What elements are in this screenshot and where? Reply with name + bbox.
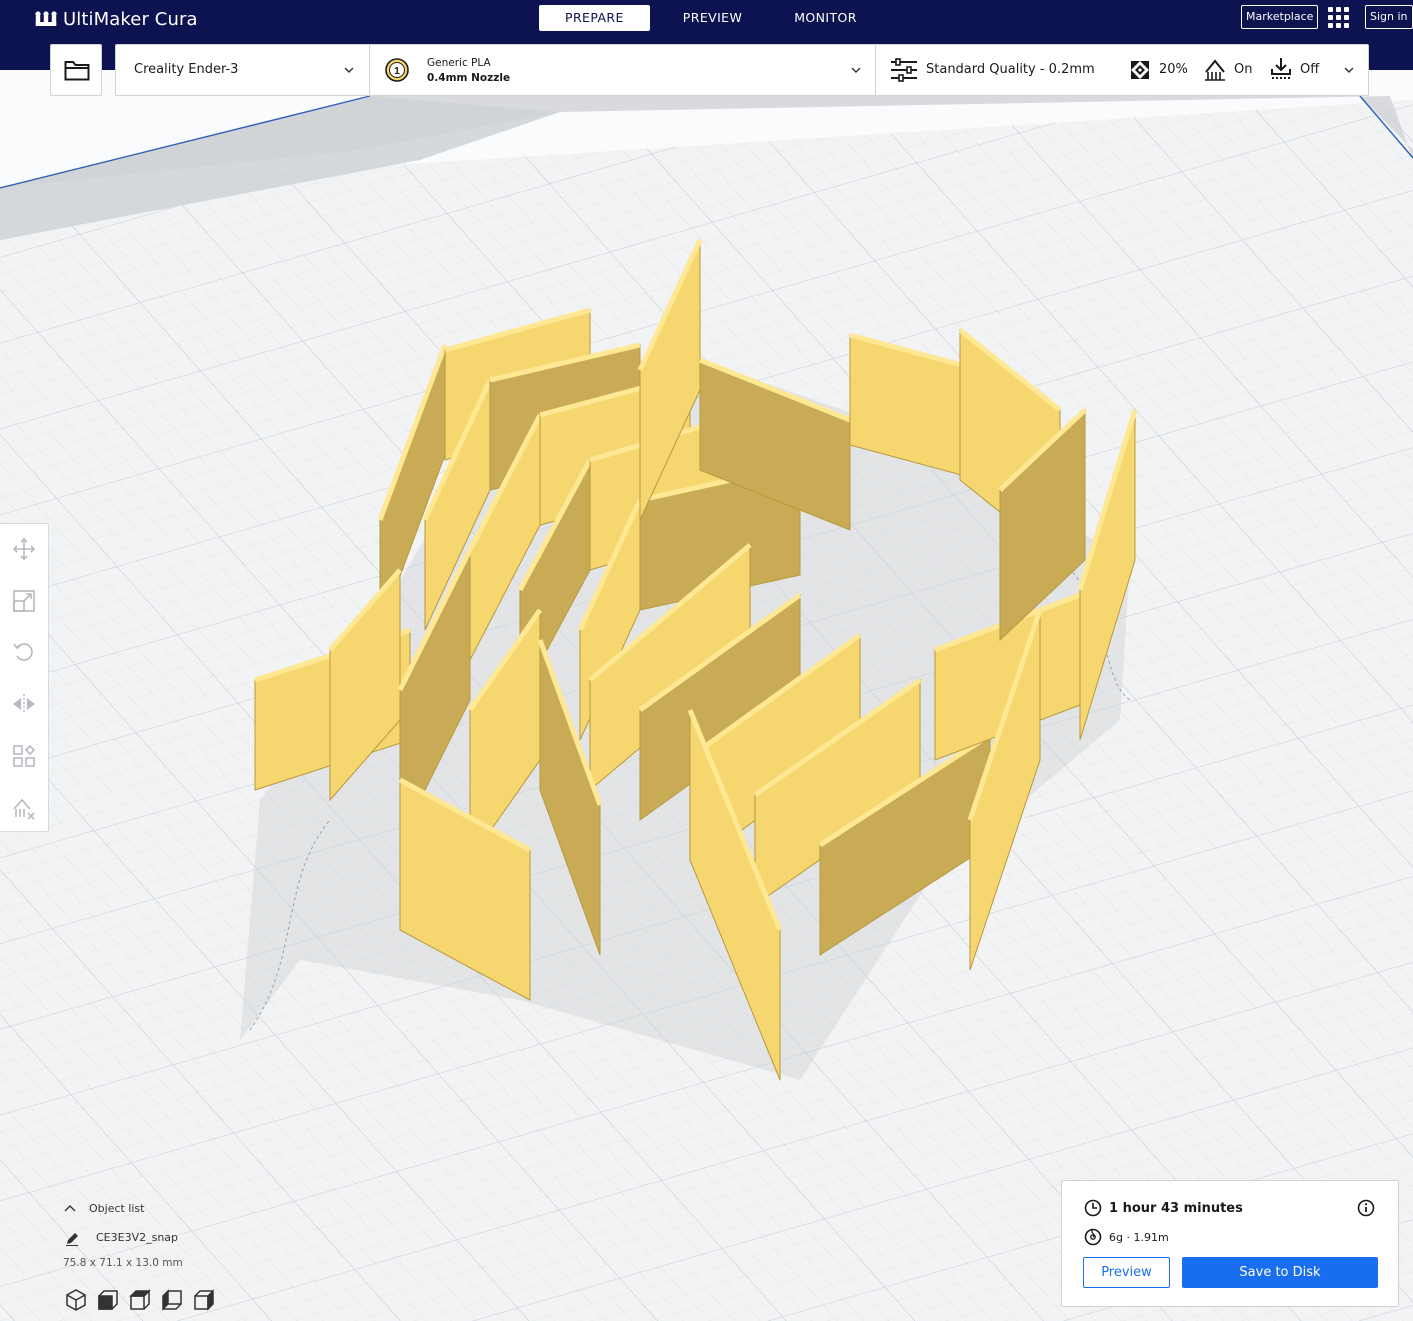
extruder-icon: 1 bbox=[385, 58, 409, 82]
mirror-tool-icon[interactable] bbox=[11, 691, 37, 717]
ultimaker-logo-icon bbox=[35, 11, 57, 26]
marketplace-button[interactable]: Marketplace bbox=[1241, 5, 1319, 29]
preview-button[interactable]: Preview bbox=[1083, 1257, 1170, 1288]
print-info-panel: 1 hour 43 minutes 6g · 1.91m Preview Sav… bbox=[1061, 1180, 1399, 1307]
nozzle-size: 0.4mm Nozzle bbox=[427, 72, 511, 84]
infill-icon bbox=[1131, 61, 1149, 79]
app-logo: UltiMaker Cura bbox=[35, 8, 198, 30]
settings-sliders-icon bbox=[891, 58, 917, 82]
tab-monitor[interactable]: MONITOR bbox=[768, 5, 883, 31]
material-usage: 6g · 1.91m bbox=[1109, 1231, 1169, 1244]
object-list-title[interactable]: Object list bbox=[89, 1202, 144, 1215]
material-selector[interactable]: 1 Generic PLA 0.4mm Nozzle bbox=[370, 45, 875, 95]
adhesion-value: Off bbox=[1300, 62, 1320, 77]
chevron-down-icon bbox=[1344, 67, 1354, 73]
object-dimensions: 75.8 x 71.1 x 13.0 mm bbox=[63, 1257, 183, 1269]
chevron-down-icon bbox=[851, 67, 861, 73]
folder-icon bbox=[64, 61, 90, 81]
view-left-icon[interactable] bbox=[160, 1288, 184, 1312]
tab-preview[interactable]: PREVIEW bbox=[657, 5, 768, 31]
printer-name: Creality Ender-3 bbox=[134, 62, 239, 77]
view-3d-icon[interactable] bbox=[64, 1288, 88, 1312]
infill-value: 20% bbox=[1159, 62, 1188, 77]
move-tool-icon[interactable] bbox=[11, 536, 37, 562]
info-icon[interactable] bbox=[1357, 1199, 1375, 1217]
apps-grid-icon[interactable] bbox=[1328, 7, 1350, 29]
support-blocker-icon[interactable] bbox=[11, 795, 37, 821]
save-to-disk-button[interactable]: Save to Disk bbox=[1182, 1257, 1378, 1288]
print-setup-bar: Creality Ender-3 1 Generic PLA 0.4mm Noz… bbox=[115, 44, 1369, 96]
tool-panel bbox=[0, 523, 49, 832]
material-name: Generic PLA bbox=[427, 57, 491, 69]
stage-tabs: PREPARE PREVIEW MONITOR bbox=[539, 5, 883, 31]
rotate-tool-icon[interactable] bbox=[11, 639, 37, 665]
open-file-button[interactable] bbox=[50, 44, 102, 96]
printer-selector[interactable]: Creality Ender-3 bbox=[116, 45, 369, 95]
object-name[interactable]: CE3E3V2_snap bbox=[96, 1231, 178, 1244]
support-value: On bbox=[1234, 62, 1253, 77]
clock-icon bbox=[1084, 1199, 1102, 1217]
app-title: UltiMaker Cura bbox=[63, 8, 198, 30]
view-front-icon[interactable] bbox=[96, 1288, 120, 1312]
support-icon bbox=[1205, 59, 1225, 81]
print-time: 1 hour 43 minutes bbox=[1109, 1201, 1243, 1216]
adhesion-icon bbox=[1271, 58, 1291, 79]
spool-icon bbox=[1084, 1228, 1102, 1246]
quality-profile: Standard Quality - 0.2mm bbox=[926, 62, 1095, 77]
view-right-icon[interactable] bbox=[192, 1288, 216, 1312]
view-top-icon[interactable] bbox=[128, 1288, 152, 1312]
pencil-icon[interactable] bbox=[65, 1232, 79, 1246]
scale-tool-icon[interactable] bbox=[11, 588, 37, 614]
extruder-number: 1 bbox=[394, 66, 400, 77]
chevron-down-icon bbox=[344, 67, 354, 73]
chevron-up-icon[interactable] bbox=[64, 1204, 76, 1214]
tab-prepare[interactable]: PREPARE bbox=[539, 5, 650, 31]
sign-in-button[interactable]: Sign in bbox=[1365, 5, 1413, 29]
print-settings-selector[interactable]: Standard Quality - 0.2mm 20% On Off bbox=[876, 45, 1368, 95]
per-model-settings-icon[interactable] bbox=[11, 743, 37, 769]
build-plate-scene[interactable] bbox=[0, 70, 1413, 1321]
3d-viewport[interactable] bbox=[0, 70, 1413, 1321]
